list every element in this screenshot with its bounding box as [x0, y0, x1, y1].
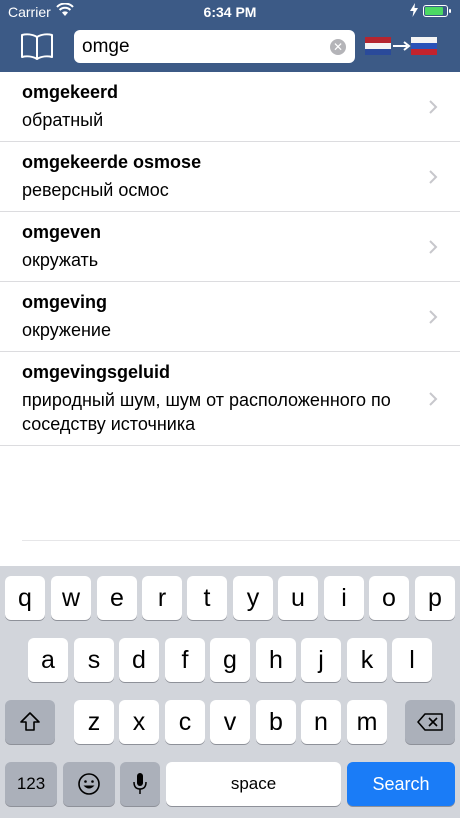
translation: окружение [22, 320, 111, 340]
key-f[interactable]: f [165, 638, 205, 682]
key-s[interactable]: s [74, 638, 114, 682]
book-icon[interactable] [20, 32, 54, 60]
key-g[interactable]: g [210, 638, 250, 682]
key-n[interactable]: n [301, 700, 341, 744]
key-m[interactable]: m [347, 700, 387, 744]
translation: реверсный осмос [22, 180, 169, 200]
search-field[interactable]: ✕ [74, 30, 355, 63]
search-input[interactable] [82, 30, 330, 63]
clock: 6:34 PM [203, 4, 257, 20]
keyboard: q w e r t y u i o p a s d f g h j k l z … [0, 566, 460, 818]
charging-icon [410, 3, 418, 17]
list-item[interactable]: omgevingsgeluid природный шум, шум от ра… [0, 352, 460, 446]
numbers-key[interactable]: 123 [5, 762, 57, 806]
clear-circle-icon[interactable]: ✕ [330, 39, 346, 55]
key-q[interactable]: q [5, 576, 45, 620]
navigation-bar: Carrier 6:34 PM ✕ [0, 0, 460, 72]
key-e[interactable]: e [97, 576, 137, 620]
headword: omgekeerde osmose [22, 152, 202, 172]
arrow-right-icon [393, 41, 411, 51]
key-i[interactable]: i [324, 576, 364, 620]
list-item[interactable]: omgekeerd обратный [0, 72, 460, 142]
headword: omgeving [22, 292, 108, 312]
key-k[interactable]: k [347, 638, 387, 682]
battery-icon [423, 5, 451, 17]
search-key[interactable]: Search [347, 762, 455, 806]
backspace-icon [417, 713, 443, 731]
key-w[interactable]: w [51, 576, 91, 620]
shift-icon [20, 712, 40, 731]
list-item[interactable]: omgeven окружать [0, 212, 460, 282]
key-l[interactable]: l [392, 638, 432, 682]
microphone-icon [133, 773, 147, 794]
translation: природный шум, шум от расположенного по … [22, 390, 391, 434]
chevron-right-icon [429, 240, 438, 254]
list-item[interactable]: omgekeerde osmose реверсный осмос [0, 142, 460, 212]
key-x[interactable]: x [119, 700, 159, 744]
netherlands-flag-icon [365, 37, 391, 55]
key-y[interactable]: y [233, 576, 273, 620]
chevron-right-icon [429, 170, 438, 184]
key-r[interactable]: r [142, 576, 182, 620]
russia-flag-icon [411, 37, 437, 55]
key-t[interactable]: t [187, 576, 227, 620]
shift-key[interactable] [5, 700, 55, 744]
dictation-key[interactable] [120, 762, 160, 806]
key-h[interactable]: h [256, 638, 296, 682]
key-j[interactable]: j [301, 638, 341, 682]
translation: окружать [22, 250, 99, 270]
emoji-key[interactable] [63, 762, 115, 806]
chevron-right-icon [429, 392, 438, 406]
space-key[interactable]: space [166, 762, 341, 806]
key-u[interactable]: u [278, 576, 318, 620]
chevron-right-icon [429, 100, 438, 114]
emoji-icon [78, 773, 100, 795]
key-b[interactable]: b [256, 700, 296, 744]
key-a[interactable]: a [28, 638, 68, 682]
results-list: omgekeerd обратный omgekeerde osmose рев… [0, 72, 460, 446]
chevron-right-icon [429, 310, 438, 324]
key-z[interactable]: z [74, 700, 114, 744]
headword: omgevingsgeluid [22, 362, 171, 382]
key-d[interactable]: d [119, 638, 159, 682]
status-bar: Carrier 6:34 PM [0, 0, 460, 24]
divider [22, 540, 460, 541]
headword: omgeven [22, 222, 102, 242]
backspace-key[interactable] [405, 700, 455, 744]
language-pair-button[interactable] [364, 34, 440, 58]
list-item[interactable]: omgeving окружение [0, 282, 460, 352]
key-o[interactable]: o [369, 576, 409, 620]
key-p[interactable]: p [415, 576, 455, 620]
key-v[interactable]: v [210, 700, 250, 744]
key-c[interactable]: c [165, 700, 205, 744]
headword: omgekeerd [22, 82, 119, 102]
translation: обратный [22, 110, 104, 130]
